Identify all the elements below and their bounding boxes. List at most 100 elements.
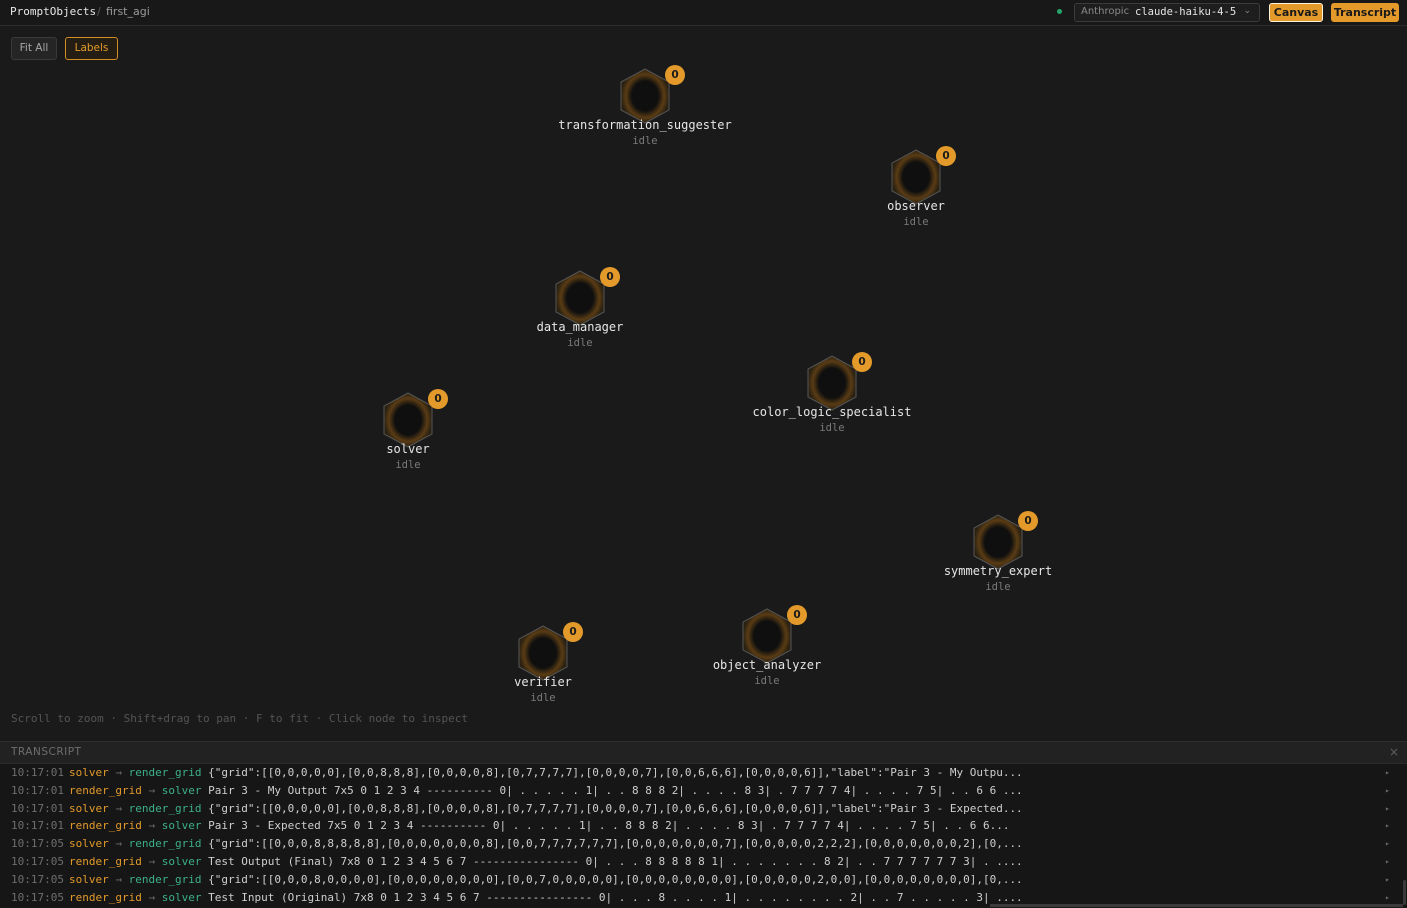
row-time: 10:17:05 bbox=[11, 890, 64, 904]
app-brand[interactable]: PromptObjects bbox=[10, 5, 96, 18]
transcript-row[interactable]: 10:17:05 solver → render_grid {"grid":[[0… bbox=[0, 835, 1400, 853]
row-time: 10:17:01 bbox=[11, 801, 64, 815]
node-count-badge: 0 bbox=[1018, 511, 1038, 531]
node-hexagon-icon bbox=[383, 392, 433, 448]
node-hexagon-icon bbox=[742, 608, 792, 664]
graph-canvas[interactable]: Fit All Labels 0 transformation_suggeste… bbox=[0, 26, 1407, 741]
graph-node[interactable]: 0 solver idle bbox=[298, 389, 518, 492]
row-to: solver bbox=[161, 819, 202, 833]
graph-node[interactable]: 0 object_analyzer idle bbox=[657, 605, 877, 708]
row-time: 10:17:01 bbox=[11, 766, 64, 779]
arrow-right-icon: → bbox=[115, 872, 122, 886]
row-message: Test Input (Original) 7x8 0 1 2 3 4 5 6 … bbox=[208, 890, 1023, 904]
node-status: idle bbox=[985, 581, 1011, 593]
node-name: observer bbox=[887, 199, 945, 213]
canvas-view-button[interactable]: Canvas bbox=[1269, 3, 1323, 22]
row-message: Pair 3 - Expected 7x5 0 1 2 3 4 --------… bbox=[208, 819, 1010, 833]
node-name: verifier bbox=[514, 675, 572, 689]
expand-icon[interactable]: ▸ bbox=[1385, 835, 1390, 853]
node-count-badge: 0 bbox=[787, 605, 807, 625]
arrow-right-icon: → bbox=[148, 854, 156, 868]
expand-icon[interactable]: ▸ bbox=[1385, 853, 1390, 871]
graph-node[interactable]: 0 transformation_suggester idle bbox=[535, 65, 755, 168]
node-status: idle bbox=[819, 422, 845, 434]
expand-icon[interactable]: ▸ bbox=[1385, 764, 1390, 782]
node-name: data_manager bbox=[536, 320, 624, 334]
node-status: idle bbox=[903, 216, 929, 228]
transcript-rows[interactable]: 10:17:01 solver → render_grid {"grid":[[0… bbox=[0, 764, 1400, 908]
node-hexagon-icon bbox=[807, 355, 857, 411]
row-from: render_grid bbox=[69, 819, 142, 833]
provider-label: Anthropic bbox=[1081, 6, 1130, 17]
row-from: solver bbox=[69, 837, 109, 851]
connection-status-icon bbox=[1057, 9, 1062, 14]
transcript-row[interactable]: 10:17:01 solver → render_grid {"grid":[[0… bbox=[0, 764, 1400, 782]
row-to: render_grid bbox=[128, 801, 202, 815]
node-status: idle bbox=[530, 692, 556, 704]
graph-node[interactable]: 0 verifier idle bbox=[433, 622, 653, 725]
row-to: solver bbox=[161, 854, 202, 868]
row-from: render_grid bbox=[69, 854, 142, 868]
node-status: idle bbox=[395, 459, 421, 471]
node-count-badge: 0 bbox=[428, 389, 448, 409]
node-hexagon-icon bbox=[891, 149, 941, 205]
row-from: solver bbox=[69, 872, 109, 886]
node-name: transformation_suggester bbox=[558, 118, 732, 132]
node-name: color_logic_specialist bbox=[752, 405, 912, 419]
expand-icon[interactable]: ▸ bbox=[1385, 817, 1390, 835]
node-count-badge: 0 bbox=[936, 146, 956, 166]
row-to: render_grid bbox=[128, 766, 202, 779]
row-message: {"grid":[[0,0,0,0,0],[0,0,8,8,8],[0,0,0,… bbox=[208, 801, 1023, 815]
top-bar: PromptObjects / first_agi Anthropic clau… bbox=[0, 0, 1407, 26]
breadcrumb-separator: / bbox=[97, 5, 101, 18]
node-name: symmetry_expert bbox=[943, 564, 1053, 578]
transcript-title: TRANSCRIPT bbox=[11, 746, 82, 758]
graph-node[interactable]: 0 color_logic_specialist idle bbox=[722, 352, 942, 455]
row-time: 10:17:05 bbox=[11, 872, 64, 886]
row-message: Test Output (Final) 7x8 0 1 2 3 4 5 6 7 … bbox=[208, 854, 1023, 868]
transcript-row[interactable]: 10:17:05 solver → render_grid {"grid":[[0… bbox=[0, 871, 1400, 889]
expand-icon[interactable]: ▸ bbox=[1385, 800, 1390, 818]
arrow-right-icon: → bbox=[115, 837, 122, 851]
node-count-badge: 0 bbox=[852, 352, 872, 372]
node-hexagon-icon bbox=[973, 514, 1023, 570]
canvas-hint: Scroll to zoom · Shift+drag to pan · F t… bbox=[11, 712, 468, 725]
row-to: solver bbox=[161, 783, 202, 797]
transcript-row[interactable]: 10:17:01 render_grid → solver Pair 3 - Ex… bbox=[0, 817, 1400, 835]
transcript-header: TRANSCRIPT × bbox=[0, 742, 1407, 764]
expand-icon[interactable]: ▸ bbox=[1385, 871, 1390, 889]
model-label: claude-haiku-4-5 bbox=[1135, 6, 1237, 18]
row-from: render_grid bbox=[69, 890, 142, 904]
transcript-view-button[interactable]: Transcript bbox=[1331, 3, 1399, 22]
node-hexagon-icon bbox=[620, 68, 670, 124]
node-status: idle bbox=[754, 675, 780, 687]
transcript-scrollbar[interactable] bbox=[1403, 880, 1406, 905]
graph-node[interactable]: 0 data_manager idle bbox=[470, 267, 690, 370]
transcript-row[interactable]: 10:17:01 render_grid → solver Pair 3 - My… bbox=[0, 782, 1400, 800]
row-from: solver bbox=[69, 766, 109, 779]
node-hexagon-icon bbox=[555, 270, 605, 326]
transcript-row[interactable]: 10:17:05 render_grid → solver Test Output… bbox=[0, 853, 1400, 871]
expand-icon[interactable]: ▸ bbox=[1385, 782, 1390, 800]
chevron-down-icon: ⌄ bbox=[1243, 6, 1251, 16]
row-time: 10:17:05 bbox=[11, 837, 64, 851]
row-message: {"grid":[[0,0,0,0,0],[0,0,8,8,8],[0,0,0,… bbox=[208, 766, 1023, 779]
transcript-row[interactable]: 10:17:01 solver → render_grid {"grid":[[0… bbox=[0, 800, 1400, 818]
node-status: idle bbox=[567, 337, 593, 349]
graph-node[interactable]: 0 observer idle bbox=[806, 146, 1026, 249]
node-count-badge: 0 bbox=[600, 267, 620, 287]
node-hexagon-icon bbox=[518, 625, 568, 681]
labels-toggle-button[interactable]: Labels bbox=[65, 37, 118, 60]
node-count-badge: 0 bbox=[563, 622, 583, 642]
row-message: {"grid":[[0,0,0,8,0,0,0,0],[0,0,0,0,0,0,… bbox=[208, 872, 1023, 886]
row-to: render_grid bbox=[128, 872, 202, 886]
arrow-right-icon: → bbox=[148, 783, 156, 797]
model-selector[interactable]: Anthropic claude-haiku-4-5 ⌄ bbox=[1074, 3, 1260, 22]
fit-all-button[interactable]: Fit All bbox=[11, 37, 57, 60]
graph-node[interactable]: 0 symmetry_expert idle bbox=[888, 511, 1108, 614]
row-time: 10:17:01 bbox=[11, 819, 64, 833]
node-count-badge: 0 bbox=[665, 65, 685, 85]
project-name[interactable]: first_agi bbox=[106, 5, 150, 18]
row-message: {"grid":[[0,0,0,8,8,8,8,8],[0,0,0,0,0,0,… bbox=[208, 837, 1023, 851]
close-icon[interactable]: × bbox=[1389, 745, 1399, 759]
